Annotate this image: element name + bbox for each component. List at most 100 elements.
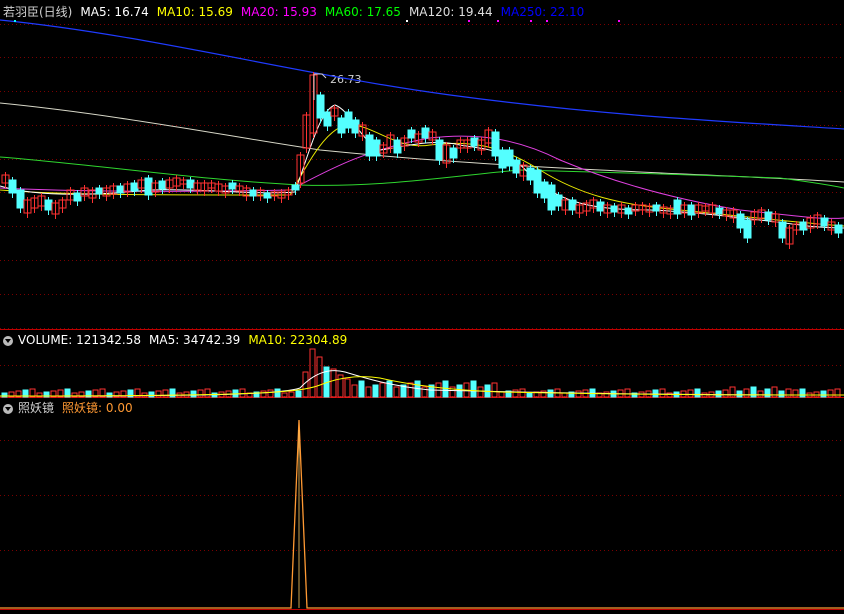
candle — [351, 119, 360, 134]
volume-bar — [442, 380, 449, 398]
volume-bar — [799, 388, 806, 398]
candle — [652, 204, 661, 212]
volume-bar — [694, 388, 701, 398]
candle — [337, 117, 346, 134]
volume-bar — [778, 390, 785, 398]
candle — [470, 137, 479, 147]
candle — [393, 139, 402, 154]
candle — [568, 199, 577, 211]
volume-bar — [771, 386, 778, 398]
volume-bar — [393, 386, 400, 398]
candle — [365, 134, 374, 157]
marker-dot — [618, 20, 620, 22]
candle — [505, 149, 514, 167]
candle — [407, 129, 416, 139]
volume-bar — [274, 388, 281, 398]
candle — [130, 182, 139, 192]
volume-bar — [834, 388, 841, 398]
volume-bar — [351, 384, 358, 398]
candle — [249, 189, 258, 197]
volume-bar — [624, 388, 631, 398]
candle — [491, 131, 500, 157]
chart-canvas[interactable] — [0, 0, 844, 614]
candle — [95, 187, 104, 195]
volume-bar — [330, 368, 337, 398]
candle — [540, 181, 549, 199]
candle — [610, 205, 619, 213]
marker-dot — [468, 20, 470, 22]
volume-bar — [722, 389, 729, 398]
volume-bar — [519, 388, 526, 398]
candle — [820, 217, 829, 227]
candle — [116, 185, 125, 194]
volume-bar — [736, 390, 743, 398]
volume-bar — [372, 384, 379, 398]
candle — [44, 199, 53, 211]
volume-bar — [792, 389, 799, 398]
candle — [834, 224, 843, 234]
candle — [533, 169, 542, 194]
volume-bar — [470, 380, 477, 398]
candle — [263, 192, 272, 199]
candle — [673, 199, 682, 215]
marker-dot — [530, 20, 532, 22]
volume-bar — [547, 389, 554, 398]
volume-bar — [687, 389, 694, 398]
volume-bar — [148, 391, 155, 398]
volume-bar — [820, 390, 827, 398]
volume-bar — [659, 388, 666, 398]
marker-dot — [497, 20, 499, 22]
candle — [512, 159, 521, 174]
volume-bar — [498, 391, 505, 398]
volume-bar — [379, 382, 386, 398]
candle — [372, 139, 381, 157]
candle — [344, 111, 353, 129]
volume-bar — [358, 380, 365, 398]
volume-bar — [162, 389, 169, 398]
volume-bar — [764, 388, 771, 398]
volume-bar — [512, 389, 519, 398]
volume-bar — [190, 390, 197, 398]
candle — [526, 167, 535, 181]
volume-bar — [239, 388, 246, 398]
candle — [596, 201, 605, 212]
candle — [778, 221, 787, 239]
volume-bar — [365, 386, 372, 398]
candle — [8, 179, 17, 194]
marker-dot — [546, 20, 548, 22]
volume-bar — [729, 386, 736, 398]
candle — [624, 207, 633, 215]
candle — [144, 177, 153, 196]
candle — [435, 139, 444, 161]
volume-bar — [715, 390, 722, 398]
volume-bar — [204, 388, 211, 398]
ma60-line — [0, 156, 844, 189]
candle — [498, 149, 507, 169]
volume-bar — [827, 389, 834, 398]
candle — [799, 221, 808, 231]
candle — [554, 194, 563, 207]
volume-bar — [526, 392, 533, 398]
volume-bar — [106, 392, 113, 398]
candle — [228, 182, 237, 190]
volume-bar — [267, 389, 274, 398]
candle — [743, 219, 752, 239]
ma20-line — [0, 135, 844, 219]
marker-dot — [14, 20, 16, 22]
marker-dot — [406, 20, 408, 22]
candle — [715, 207, 724, 215]
volume-bar — [316, 356, 323, 398]
candle — [323, 111, 332, 127]
ma250-line — [0, 19, 844, 130]
volume-bar — [477, 386, 484, 398]
volume-bar — [260, 390, 267, 398]
candle — [73, 192, 82, 202]
candle — [291, 184, 300, 191]
volume-bar — [491, 382, 498, 398]
candle — [736, 213, 745, 229]
candle — [547, 184, 556, 211]
candle — [158, 180, 167, 190]
candle — [421, 127, 430, 139]
volume-bar — [288, 391, 295, 398]
candle — [16, 189, 25, 209]
